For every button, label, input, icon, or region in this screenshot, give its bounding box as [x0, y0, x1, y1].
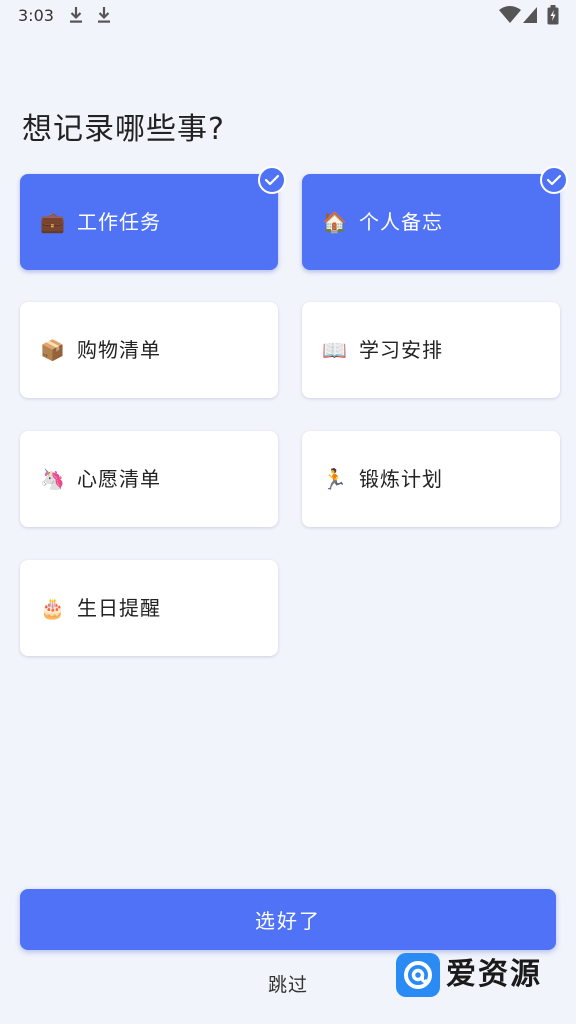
unicorn-icon: 🦄 — [40, 467, 65, 491]
option-card-shopping-list[interactable]: 📦 购物清单 — [20, 302, 278, 398]
download-icon — [96, 5, 112, 25]
status-time: 3:03 — [18, 6, 54, 25]
cake-icon: 🎂 — [40, 596, 65, 620]
download-icon — [68, 5, 84, 25]
option-card-wish-list[interactable]: 🦄 心愿清单 — [20, 431, 278, 527]
package-icon: 📦 — [40, 338, 65, 362]
option-card-study-plan[interactable]: 📖 学习安排 — [302, 302, 560, 398]
confirm-button[interactable]: 选好了 — [20, 889, 556, 950]
status-bar: 3:03 — [0, 0, 576, 34]
option-card-workout-plan[interactable]: 🏃 锻炼计划 — [302, 431, 560, 527]
watermark-text: 爱资源 — [446, 957, 542, 992]
signal-icon — [522, 6, 538, 28]
battery-charging-icon — [547, 5, 559, 29]
option-label: 心愿清单 — [77, 467, 161, 491]
open-book-icon: 📖 — [322, 338, 347, 362]
briefcase-icon: 💼 — [40, 210, 65, 234]
option-card-work-tasks[interactable]: 💼 工作任务 — [20, 166, 286, 270]
check-icon — [258, 166, 286, 194]
wifi-icon — [499, 6, 521, 28]
option-label: 学习安排 — [359, 338, 443, 362]
check-icon — [540, 166, 568, 194]
option-label: 工作任务 — [77, 210, 161, 234]
runner-icon: 🏃 — [322, 467, 347, 491]
option-card-personal-notes[interactable]: 🏠 个人备忘 — [302, 166, 568, 270]
option-card-birthday-reminder[interactable]: 🎂 生日提醒 — [20, 560, 278, 656]
house-icon: 🏠 — [322, 210, 347, 234]
option-label: 个人备忘 — [359, 210, 443, 234]
option-label: 购物清单 — [77, 338, 161, 362]
option-label: 锻炼计划 — [359, 467, 443, 491]
page-title: 想记录哪些事? — [22, 112, 225, 147]
watermark-logo-icon — [396, 953, 440, 997]
watermark: 爱资源 — [396, 953, 566, 997]
option-label: 生日提醒 — [77, 596, 161, 620]
